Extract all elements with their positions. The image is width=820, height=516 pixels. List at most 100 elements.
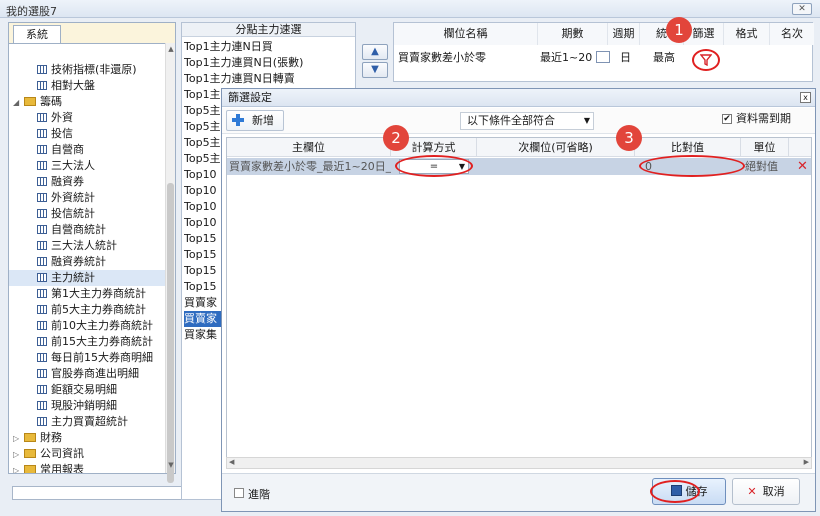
quick-select-item[interactable]: 買賣家 xyxy=(184,311,222,327)
col-row-stat[interactable]: 最高 xyxy=(653,49,675,67)
column-grid: 欄位名稱 期數 週期 統 篩選 格式 名次 買賣家數差小於零 最近1~20 日 … xyxy=(393,22,814,82)
tree-item[interactable]: 技術指標(非還原) xyxy=(9,62,165,78)
condition-mode-value: 以下條件全部符合 xyxy=(467,114,555,127)
tab-system[interactable]: 系統 xyxy=(13,25,61,43)
tree-item-label: 第1大主力券商統計 xyxy=(51,287,146,300)
tree-folder[interactable]: ▷ 常用報表 xyxy=(9,462,165,473)
table-icon xyxy=(37,113,47,122)
quick-select-item[interactable]: Top1主力連N日買 xyxy=(184,39,352,55)
quick-select-item[interactable]: Top1主力連買N日轉賣 xyxy=(184,71,352,87)
scroll-right-icon[interactable]: ▶ xyxy=(804,458,809,466)
filter-row-unit[interactable]: 絕對值 xyxy=(745,158,789,175)
table-icon xyxy=(37,241,47,250)
tree-item-label: 每日前15大券商明細 xyxy=(51,351,153,364)
quick-select-item[interactable]: Top15 xyxy=(184,247,222,263)
table-icon xyxy=(37,145,47,154)
tree-item-label: 三大法人 xyxy=(51,159,95,172)
tree-folder[interactable]: ◢ 籌碼 xyxy=(9,94,165,110)
col-row-cycle[interactable]: 日 xyxy=(620,49,631,67)
tree-scrollbar[interactable]: ▲ ▼ xyxy=(165,43,176,483)
col-row-name[interactable]: 買賣家數差小於零 xyxy=(398,49,486,67)
data-due-checkbox[interactable]: ✔ xyxy=(722,114,732,124)
chevron-right-icon[interactable]: ▷ xyxy=(13,431,21,447)
quick-select-item[interactable]: Top15 xyxy=(184,231,222,247)
filter-row-main[interactable]: 買賣家數差小於零_最近1~20日_... xyxy=(229,158,391,175)
quick-select-item[interactable]: Top15 xyxy=(184,263,222,279)
quick-select-item[interactable]: Top5主 xyxy=(184,119,222,135)
tree-item[interactable]: 外資 xyxy=(9,110,165,126)
advanced-checkbox[interactable] xyxy=(234,488,244,498)
tree-item[interactable]: 前15大主力券商統計 xyxy=(9,334,165,350)
quick-select-item[interactable]: Top10 xyxy=(184,183,222,199)
tree-item-label: 財務 xyxy=(40,431,62,444)
tree-item[interactable]: 融資券 xyxy=(9,174,165,190)
tree-item[interactable]: 現股沖銷明細 xyxy=(9,398,165,414)
window-titlebar: 我的選股7 ✕ xyxy=(0,0,820,18)
chevron-right-icon[interactable]: ▷ xyxy=(13,463,21,473)
chevron-down-icon[interactable]: ◢ xyxy=(13,95,21,111)
tree-item[interactable]: 官股券商進出明細 xyxy=(9,366,165,382)
dialog-toolbar: 新增 以下條件全部符合 ▼ ✔ 資料需到期 xyxy=(222,108,815,134)
tree-item[interactable]: 外資統計 xyxy=(9,190,165,206)
tree-item[interactable]: 投信 xyxy=(9,126,165,142)
filter-icon[interactable] xyxy=(692,49,720,71)
move-up-button[interactable]: ▲ xyxy=(362,44,388,60)
add-condition-button[interactable]: 新增 xyxy=(226,110,284,131)
filter-header-unit: 單位 xyxy=(741,138,789,157)
filter-table-hscrollbar[interactable]: ◀ ▶ xyxy=(226,457,812,469)
tree-item-label: 常用報表 xyxy=(40,463,84,473)
table-icon xyxy=(37,337,47,346)
tree-item[interactable]: 投信統計 xyxy=(9,206,165,222)
tree-item[interactable]: 融資券統計 xyxy=(9,254,165,270)
col-row-period[interactable]: 最近1~20 xyxy=(540,49,610,67)
tree-item[interactable]: 每日前15大券商明細 xyxy=(9,350,165,366)
quick-select-item[interactable]: Top1主力連買N日(張數) xyxy=(184,55,352,71)
col-header-rank: 名次 xyxy=(770,23,814,45)
quick-select-item[interactable]: 買賣家 xyxy=(184,295,222,311)
tree-item[interactable]: 前5大主力券商統計 xyxy=(9,302,165,318)
tree-item[interactable]: 主力買賣超統計 xyxy=(9,414,165,430)
chevron-right-icon[interactable]: ▷ xyxy=(13,447,21,463)
quick-select-item[interactable]: Top15 xyxy=(184,279,222,295)
tree-item[interactable]: 自營商統計 xyxy=(9,222,165,238)
filter-row-sub[interactable] xyxy=(479,158,629,175)
tree-item[interactable]: 鉅額交易明細 xyxy=(9,382,165,398)
plus-icon xyxy=(232,114,244,126)
condition-mode-select[interactable]: 以下條件全部符合 ▼ xyxy=(460,112,594,130)
quick-select-item[interactable]: Top5主 xyxy=(184,151,222,167)
move-down-button[interactable]: ▼ xyxy=(362,62,388,78)
col-row-period-value: 最近1~20 xyxy=(540,51,593,64)
quick-select-item[interactable]: Top10 xyxy=(184,167,222,183)
quick-select-item[interactable]: 買家集 xyxy=(184,327,222,343)
tree-folder[interactable]: ▷ 公司資訊 xyxy=(9,446,165,462)
table-icon xyxy=(37,417,47,426)
quick-select-item[interactable]: Top10 xyxy=(184,199,222,215)
tree-scrollbar-thumb[interactable] xyxy=(167,183,174,483)
dialog-title-text: 篩選設定 xyxy=(228,91,272,104)
quick-select-item[interactable]: Top5主 xyxy=(184,103,222,119)
delete-row-icon[interactable]: ✕ xyxy=(797,158,808,175)
tree-item[interactable]: 相對大盤 xyxy=(9,78,165,94)
cancel-button[interactable]: ✕ 取消 xyxy=(732,478,800,505)
tree-item[interactable]: 自營商 xyxy=(9,142,165,158)
tree-item-label: 鉅額交易明細 xyxy=(51,383,117,396)
scroll-down-icon[interactable]: ▼ xyxy=(166,461,176,469)
quick-select-item[interactable]: Top1主 xyxy=(184,87,222,103)
tree-item-label: 籌碼 xyxy=(40,95,62,108)
tree-item[interactable]: 三大法人 xyxy=(9,158,165,174)
filter-header-action xyxy=(789,138,811,157)
tree-folder[interactable]: ▷ 財務 xyxy=(9,430,165,446)
table-icon xyxy=(37,209,47,218)
dialog-footer: 進階 儲存 ✕ 取消 xyxy=(222,473,815,511)
quick-select-item[interactable]: Top10 xyxy=(184,215,222,231)
tree-item[interactable]: 三大法人統計 xyxy=(9,238,165,254)
tree-item[interactable]: 主力統計 xyxy=(9,270,165,286)
tree-item[interactable]: 第1大主力券商統計 xyxy=(9,286,165,302)
tree-item[interactable]: 前10大主力券商統計 xyxy=(9,318,165,334)
quick-select-item[interactable]: Top5主 xyxy=(184,135,222,151)
scroll-up-icon[interactable]: ▲ xyxy=(166,45,176,53)
scroll-left-icon[interactable]: ◀ xyxy=(229,458,234,466)
window-close-button[interactable]: ✕ xyxy=(792,3,812,15)
edit-icon[interactable] xyxy=(595,51,610,63)
dialog-close-button[interactable]: x xyxy=(800,92,811,103)
